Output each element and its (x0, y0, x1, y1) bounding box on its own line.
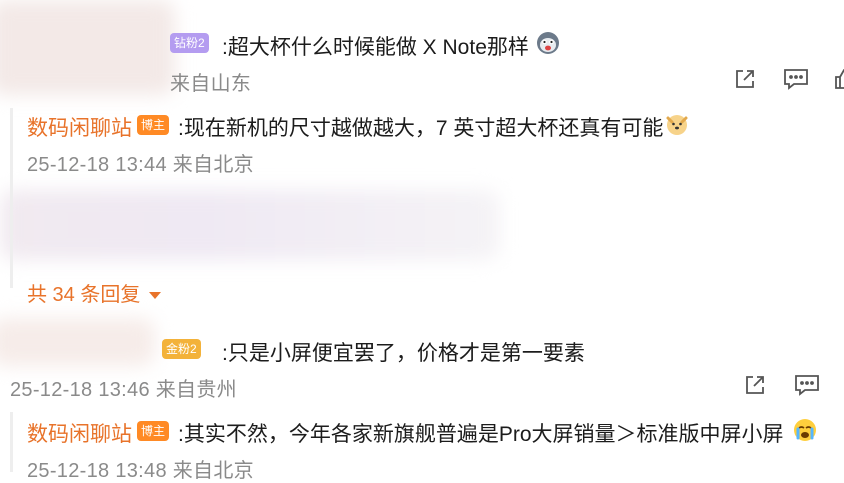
blurred-comment-content (0, 190, 500, 260)
blogger-badge: 博主 (137, 115, 170, 135)
fan-badge-diamond: 钻粉2 (170, 33, 209, 53)
share-icon[interactable] (743, 373, 767, 402)
blogger-badge: 博主 (137, 421, 170, 441)
like-icon[interactable] (833, 67, 844, 96)
more-replies-link[interactable]: 共 34 条回复 (27, 278, 161, 307)
reply-thread-line (10, 412, 13, 472)
comment-text: :超大杯什么时候能做 X Note那样 (222, 36, 529, 59)
reply-text: :现在新机的尺寸越做越大，7 英寸超大杯还真有可能 (178, 117, 664, 140)
reply-meta: 25-12-18 13:48 来自北京 (27, 460, 254, 482)
reply-author[interactable]: 数码闲聊站 (27, 112, 132, 142)
more-replies-label: 共 34 条回复 (27, 284, 141, 306)
comment-meta: 25-12-18 13:46 来自贵州 (10, 379, 237, 401)
comment-meta: 来自山东 (170, 73, 252, 95)
blurred-avatar-username-2 (0, 318, 155, 366)
fan-badge-gold: 金粉2 (162, 339, 201, 359)
caret-down-icon (148, 292, 161, 300)
husky-emoji-icon (536, 31, 560, 55)
blurred-avatar-username-1 (0, 0, 175, 95)
share-icon[interactable] (733, 67, 757, 96)
reply-text: :其实不然，今年各家新旗舰普遍是Pro大屏销量＞标准版中屏小屏 (178, 423, 784, 446)
dog-emoji-icon (665, 112, 689, 136)
reply-author[interactable]: 数码闲聊站 (27, 418, 132, 448)
comment-text: :只是小屏便宜罢了，价格才是第一要素 (222, 342, 585, 365)
reply-meta: 25-12-18 13:44 来自北京 (27, 154, 254, 176)
comment-icon[interactable] (783, 67, 809, 96)
reply-thread-line (10, 108, 13, 288)
crying-emoji-icon (793, 418, 817, 442)
comment-icon[interactable] (794, 373, 820, 402)
